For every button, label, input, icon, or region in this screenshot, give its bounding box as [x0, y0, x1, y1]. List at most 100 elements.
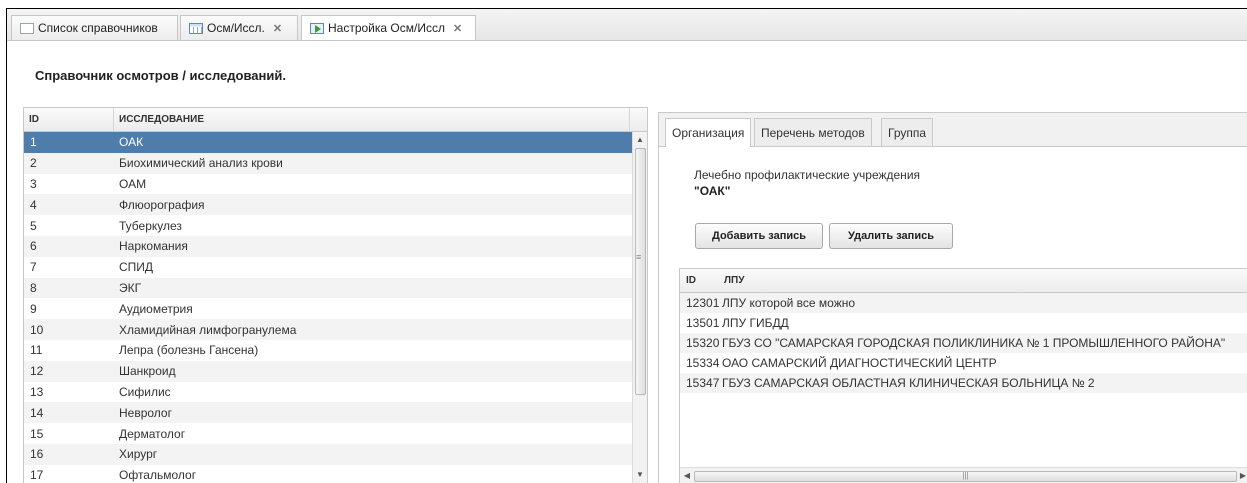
- table-row[interactable]: 12 Шанкроид: [24, 360, 647, 382]
- table-row[interactable]: 14 Невролог: [24, 402, 647, 424]
- selected-exam-name: "ОАК": [694, 184, 731, 198]
- table-row[interactable]: 7 СПИД: [24, 257, 647, 278]
- table-row[interactable]: 15334 ОАО САМАРСКИЙ ДИАГНОСТИЧЕСКИЙ ЦЕНТР: [680, 353, 1247, 373]
- table-row[interactable]: 6 Наркомания: [24, 235, 647, 257]
- cell-exam-name: Сифилис: [119, 384, 171, 399]
- table-row[interactable]: 16 Хирург: [24, 443, 647, 465]
- tab-label: Настройка Осм/Иссл: [328, 21, 445, 35]
- lpu-grid-header: ID ЛПУ: [680, 269, 1247, 293]
- lpu-grid: ID ЛПУ 12301 ЛПУ которой все можно 13501 ЛП…: [679, 268, 1247, 483]
- cell-id: 4: [30, 197, 37, 212]
- table-row[interactable]: 17 Офтальмолог: [24, 465, 647, 483]
- cell-id: 15: [30, 426, 44, 441]
- column-header-id[interactable]: ID: [680, 269, 718, 292]
- table-row[interactable]: 15320 ГБУЗ СО "САМАРСКАЯ ГОРОДСКАЯ ПОЛИКЛ…: [680, 333, 1247, 353]
- tab-directory-list[interactable]: Список справочников: [11, 15, 178, 40]
- cell-exam-name: Шанкроид: [119, 364, 176, 379]
- column-header-lpu[interactable]: ЛПУ: [718, 269, 1218, 292]
- document-icon: [20, 22, 34, 34]
- add-record-button[interactable]: Добавить запись: [695, 223, 823, 249]
- scroll-thumb[interactable]: |||: [694, 471, 1237, 482]
- scroll-thumb[interactable]: [635, 148, 646, 395]
- cell-exam-name: Наркомания: [119, 239, 188, 254]
- cell-id: 2: [30, 156, 37, 171]
- table-row[interactable]: 12301 ЛПУ которой все можно: [680, 293, 1247, 313]
- cell-id: 12: [30, 364, 44, 379]
- lpu-grid-body: 12301 ЛПУ которой все можно 13501 ЛПУ ГИБДД…: [680, 293, 1247, 393]
- cell-id: 8: [30, 280, 37, 295]
- delete-record-button[interactable]: Удалить запись: [829, 223, 953, 249]
- cell-exam-name: ЭКГ: [119, 280, 142, 295]
- cell-exam-name: Хирург: [119, 447, 158, 462]
- app-window: Список справочников Осм/Иссл. ✕ Настройк…: [6, 8, 1247, 483]
- close-icon[interactable]: ✕: [273, 22, 282, 35]
- table-row[interactable]: 13 Сифилис: [24, 382, 647, 403]
- cell-exam-name: СПИД: [119, 260, 154, 275]
- cell-id: 11: [30, 343, 43, 358]
- cell-id: 10: [30, 322, 44, 337]
- details-tab-bar: Организация Перечень методов Группа: [659, 113, 1247, 147]
- cell-exam-name: Хламидийная лимфогранулема: [119, 322, 297, 337]
- tab-exam-settings[interactable]: Настройка Осм/Иссл ✕: [301, 15, 476, 40]
- cell-exam-name: Флюорография: [119, 197, 205, 212]
- tab-label: Список справочников: [38, 21, 158, 35]
- cell-id: 15347: [686, 376, 720, 390]
- table-row[interactable]: 5 Туберкулез: [24, 215, 647, 236]
- column-header-id[interactable]: ID: [24, 108, 114, 131]
- cell-lpu-name: ГБУЗ САМАРСКАЯ ОБЛАСТНАЯ КЛИНИЧЕСКАЯ БОЛ…: [722, 376, 1095, 390]
- cell-id: 13: [30, 384, 44, 399]
- cell-id: 17: [30, 468, 44, 483]
- table-row[interactable]: 1 ОАК: [24, 132, 647, 153]
- tab-exams[interactable]: Осм/Иссл. ✕: [180, 15, 298, 40]
- column-header-exam[interactable]: ИССЛЕДОВАНИЕ: [114, 108, 630, 131]
- table-row[interactable]: 13501 ЛПУ ГИБДД: [680, 313, 1247, 333]
- scroll-down-icon[interactable]: ▼: [633, 468, 647, 482]
- table-row[interactable]: 2 Биохимический анализ крови: [24, 152, 647, 174]
- grid-icon: [189, 22, 203, 34]
- table-row[interactable]: 10 Хламидийная лимфогранулема: [24, 319, 647, 340]
- scroll-right-icon[interactable]: ▶: [1237, 468, 1247, 483]
- table-row[interactable]: 15 Дерматолог: [24, 423, 647, 444]
- table-row[interactable]: 3 ОАМ: [24, 174, 647, 195]
- details-panel: Организация Перечень методов Группа Лече…: [658, 112, 1247, 483]
- tab-methods[interactable]: Перечень методов: [754, 118, 872, 146]
- main-tab-bar: Список справочников Осм/Иссл. ✕ Настройк…: [7, 9, 1247, 41]
- cell-id: 12301: [686, 296, 720, 310]
- tab-group[interactable]: Группа: [881, 118, 934, 146]
- cell-id: 7: [30, 260, 37, 275]
- exams-grid: ID ИССЛЕДОВАНИЕ 1 ОАК 2 Биохимический анали…: [23, 107, 648, 483]
- tab-organization[interactable]: Организация: [665, 118, 752, 147]
- scroll-left-icon[interactable]: ◀: [681, 468, 693, 483]
- scroll-up-icon[interactable]: ▲: [633, 133, 647, 147]
- table-row[interactable]: 8 ЭКГ: [24, 277, 647, 299]
- table-row[interactable]: 15347 ГБУЗ САМАРСКАЯ ОБЛАСТНАЯ КЛИНИЧЕСКА…: [680, 373, 1247, 393]
- vertical-scrollbar[interactable]: ▲ ≡ ▼: [632, 132, 647, 483]
- cell-exam-name: Туберкулез: [119, 218, 182, 233]
- cell-exam-name: Биохимический анализ крови: [119, 156, 283, 171]
- cell-lpu-name: ЛПУ ГИБДД: [722, 316, 789, 330]
- cell-id: 3: [30, 176, 37, 191]
- cell-exam-name: Дерматолог: [119, 426, 186, 441]
- close-icon[interactable]: ✕: [453, 22, 462, 35]
- tab-label: Осм/Иссл.: [207, 21, 265, 35]
- cell-id: 9: [30, 301, 37, 316]
- cell-id: 16: [30, 447, 44, 462]
- horizontal-scrollbar[interactable]: ◀ ||| ▶: [680, 467, 1247, 483]
- cell-exam-name: Аудиометрия: [119, 301, 193, 316]
- grid-body: 1 ОАК 2 Биохимический анализ крови 3 ОАМ 4 Флюо…: [24, 132, 647, 483]
- table-row[interactable]: 9 Аудиометрия: [24, 298, 647, 319]
- table-row[interactable]: 11 Лепра (болезнь Гансена): [24, 340, 647, 361]
- cell-id: 5: [30, 218, 37, 233]
- cell-lpu-name: ОАО САМАРСКИЙ ДИАГНОСТИЧЕСКИЙ ЦЕНТР: [722, 356, 997, 370]
- cell-exam-name: ОАК: [119, 135, 144, 150]
- section-label: Лечебно профилактические учреждения: [694, 168, 921, 182]
- cell-id: 6: [30, 239, 37, 254]
- cell-id: 1: [30, 135, 37, 150]
- table-row[interactable]: 4 Флюорография: [24, 194, 647, 216]
- cell-lpu-name: ГБУЗ СО "САМАРСКАЯ ГОРОДСКАЯ ПОЛИКЛИНИКА…: [722, 336, 1226, 350]
- cell-exam-name: Лепра (болезнь Гансена): [119, 343, 259, 358]
- cell-id: 15334: [686, 356, 720, 370]
- play-icon: [310, 22, 324, 34]
- cell-exam-name: Офтальмолог: [119, 468, 197, 483]
- grip-icon: ≡: [636, 252, 642, 262]
